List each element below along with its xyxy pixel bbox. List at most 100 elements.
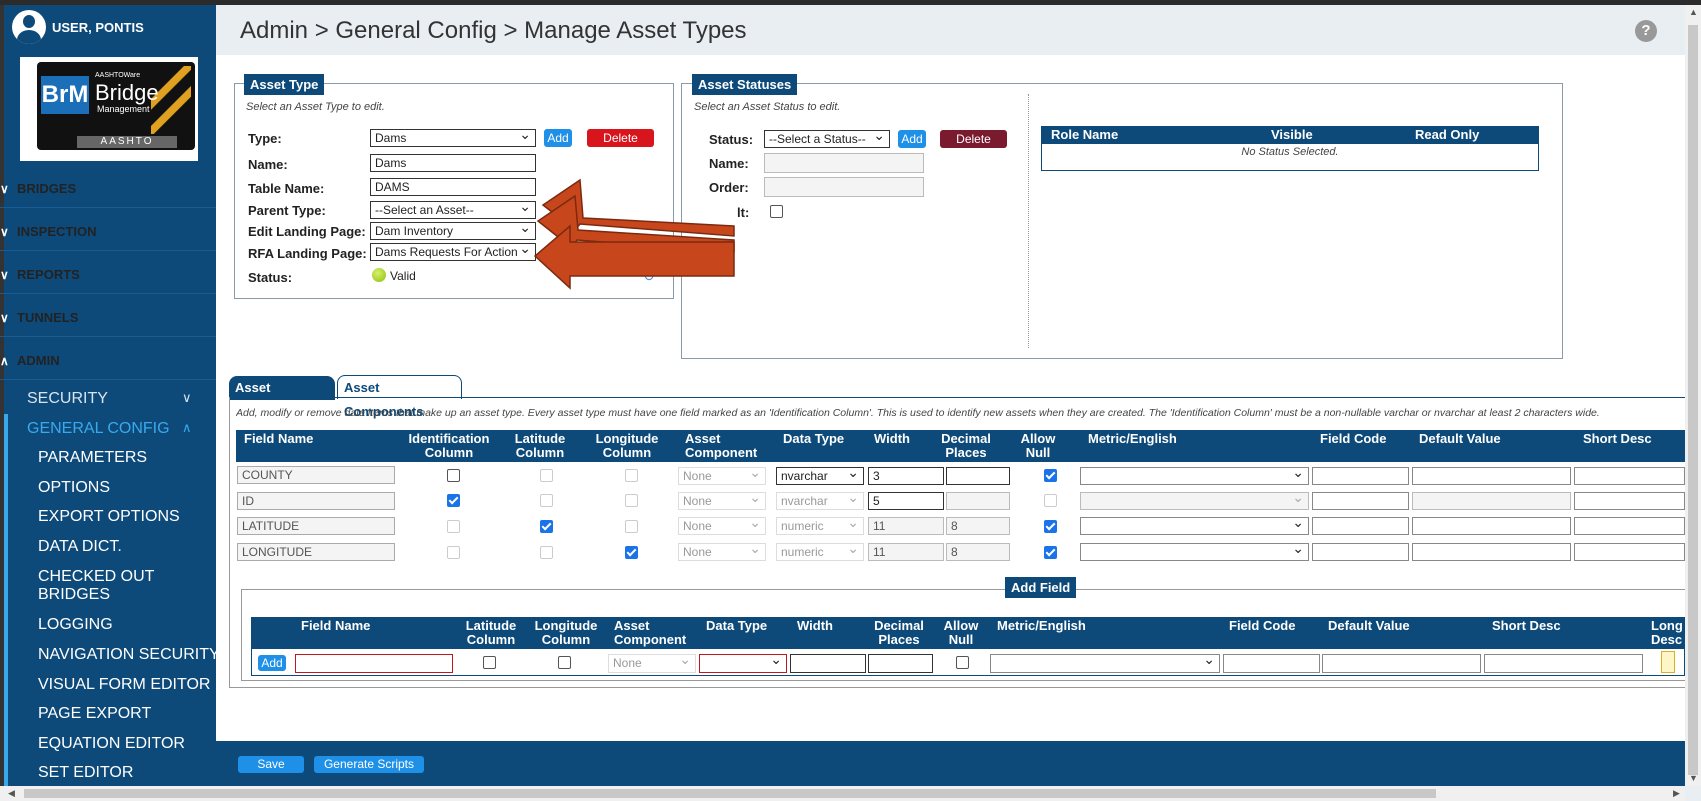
row-default-input[interactable] [1412, 467, 1571, 485]
roles-table-body: No Status Selected. [1041, 144, 1539, 171]
nav-data-dict[interactable]: DATA DICT. [38, 538, 122, 556]
add-asset-type-button[interactable]: Add [544, 129, 572, 147]
row-ident-checkbox[interactable] [447, 469, 460, 482]
new-field-code-input[interactable] [1223, 654, 1320, 673]
row-metric-select[interactable] [1080, 517, 1309, 535]
new-short-desc-input[interactable] [1484, 654, 1643, 673]
user-menu[interactable]: USER, PONTIS [12, 10, 144, 44]
row-allow-null-checkbox[interactable] [1044, 546, 1057, 559]
new-allow-null-checkbox[interactable] [956, 656, 969, 669]
row-default-input[interactable] [1412, 517, 1571, 535]
new-default-input[interactable] [1322, 654, 1481, 673]
status-order-input[interactable] [764, 177, 924, 197]
row-default-input[interactable] [1412, 543, 1571, 561]
status-name-input[interactable] [764, 153, 924, 173]
nav-parameters[interactable]: PARAMETERS [38, 449, 147, 467]
nav-set-editor[interactable]: SET EDITOR [38, 764, 133, 782]
scroll-up-icon[interactable]: ▲ [1689, 7, 1698, 17]
row-allow-null-checkbox[interactable] [1044, 520, 1057, 533]
row-decimal-input[interactable] [946, 467, 1010, 485]
row-metric-select[interactable] [1080, 543, 1309, 561]
type-select[interactable]: Dams [370, 129, 536, 147]
new-lat-checkbox[interactable] [483, 656, 496, 669]
nav-export-options[interactable]: EXPORT OPTIONS [38, 508, 180, 526]
vertical-scrollbar[interactable]: ▲ ▼ [1685, 5, 1701, 786]
row-field-name[interactable]: COUNTY [237, 466, 395, 484]
nav-admin[interactable]: ADMIN ∧ [0, 342, 216, 380]
row-short-desc-input[interactable] [1574, 517, 1685, 535]
row-field-name[interactable]: ID [237, 492, 395, 510]
row-lon-checkbox[interactable] [625, 546, 638, 559]
rfa-landing-select[interactable]: Dams Requests For Action [370, 243, 536, 261]
nav-navigation-security[interactable]: NAVIGATION SECURITY [38, 646, 220, 664]
af-col-allow-null: Allow Null [943, 618, 979, 647]
row-short-desc-input[interactable] [1574, 492, 1685, 510]
save-button[interactable]: Save [238, 756, 304, 773]
row-short-desc-input[interactable] [1574, 543, 1685, 561]
new-field-name-input[interactable] [295, 654, 453, 673]
nav-inspection[interactable]: INSPECTION ∨ [0, 213, 216, 251]
delete-asset-type-button[interactable]: Delete [587, 129, 654, 147]
parent-type-select[interactable]: --Select an Asset-- [370, 201, 536, 219]
nav-logging[interactable]: LOGGING [38, 616, 113, 634]
logo-aashto: AASHTO [77, 136, 177, 148]
brm-logo[interactable]: BrM AASHTOWare Bridge Management AASHTO [20, 57, 198, 161]
horizontal-scrollbar[interactable]: ◀ ▶ [0, 786, 1685, 801]
new-lon-checkbox[interactable] [558, 656, 571, 669]
row-short-desc-input[interactable] [1574, 467, 1685, 485]
row-field-name[interactable]: LATITUDE [237, 517, 395, 535]
row-width-input[interactable]: 5 [868, 492, 944, 510]
vertical-scroll-thumb[interactable] [1688, 25, 1698, 775]
row-field-name[interactable]: LONGITUDE [237, 543, 395, 561]
nav-page-export[interactable]: PAGE EXPORT [38, 705, 151, 723]
row-field-code-input[interactable] [1312, 492, 1409, 510]
row-datatype-select[interactable]: nvarchar [776, 467, 864, 485]
row-metric-select[interactable] [1080, 467, 1309, 485]
nav-options[interactable]: OPTIONS [38, 479, 110, 497]
row-field-code-input[interactable] [1312, 517, 1409, 535]
nav-tunnels[interactable]: TUNNELS ∨ [0, 299, 216, 337]
row-width-input[interactable]: 3 [868, 467, 944, 485]
horizontal-scroll-thumb[interactable] [24, 789, 1436, 798]
status-default-checkbox[interactable] [770, 205, 783, 218]
edit-landing-select[interactable]: Dam Inventory [370, 222, 536, 240]
nav-visual-form-editor[interactable]: VISUAL FORM EDITOR [38, 676, 210, 694]
row-ident-checkbox[interactable] [447, 494, 460, 507]
new-width-input[interactable] [790, 654, 866, 673]
row-ident-checkbox [447, 520, 460, 533]
nav-general-config[interactable]: GENERAL CONFIG ∧ [27, 420, 192, 438]
name-input[interactable]: Dams [370, 154, 536, 172]
chevron-down-icon: ∨ [0, 181, 9, 196]
row-field-code-input[interactable] [1312, 543, 1409, 561]
scroll-down-icon[interactable]: ▼ [1689, 773, 1698, 783]
table-name-input[interactable]: DAMS [370, 178, 536, 196]
new-metric-select[interactable] [990, 654, 1220, 673]
row-allow-null-checkbox[interactable] [1044, 469, 1057, 482]
refresh-icon[interactable]: ↻ [643, 268, 655, 285]
nav-label: ADMIN [17, 353, 60, 368]
row-field-code-input[interactable] [1312, 467, 1409, 485]
new-decimal-input[interactable] [868, 654, 933, 673]
nav-bridges[interactable]: BRIDGES ∨ [0, 170, 216, 208]
row-component-select: None [678, 492, 766, 510]
scroll-right-icon[interactable]: ▶ [1673, 788, 1680, 799]
logo-aashtoware: AASHTOWare [95, 72, 141, 79]
add-field-button[interactable]: Add [258, 655, 286, 671]
nav-checked-out-bridges[interactable]: CHECKED OUT BRIDGES [38, 568, 208, 604]
nav-security[interactable]: SECURITY ∨ [27, 390, 192, 408]
definition-table-header: Field Name Identification Column Latitud… [236, 430, 1685, 462]
status-select[interactable]: --Select a Status-- [764, 130, 890, 148]
nav-label: REPORTS [17, 267, 80, 282]
tab-asset-components[interactable]: Asset Components [337, 375, 462, 419]
delete-status-button[interactable]: Delete [940, 130, 1007, 148]
generate-scripts-button[interactable]: Generate Scripts [314, 756, 424, 773]
note-icon[interactable] [1661, 651, 1675, 673]
help-icon[interactable]: ? [1635, 20, 1657, 42]
scroll-left-icon[interactable]: ◀ [8, 788, 15, 799]
nav-reports[interactable]: REPORTS ∨ [0, 256, 216, 294]
add-status-button[interactable]: Add [898, 130, 926, 148]
nav-equation-editor[interactable]: EQUATION EDITOR [38, 735, 185, 753]
new-datatype-select[interactable] [699, 654, 787, 673]
asset-statuses-panel [681, 83, 1563, 359]
row-lat-checkbox[interactable] [540, 520, 553, 533]
